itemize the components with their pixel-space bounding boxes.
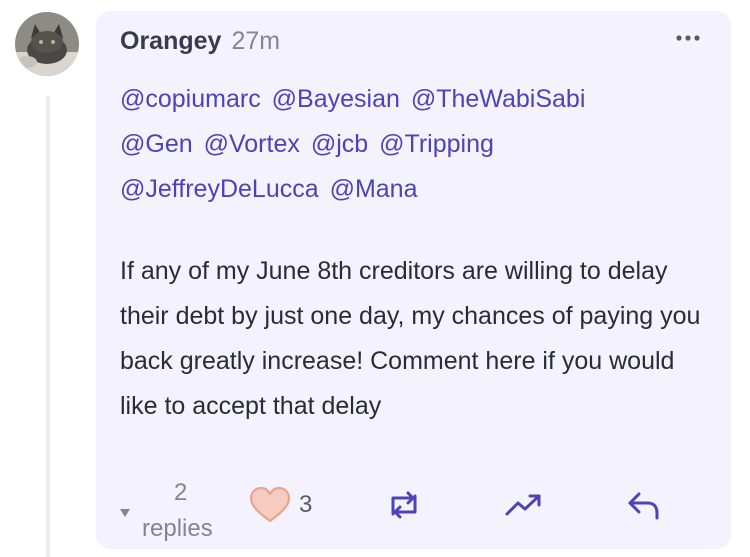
like-button[interactable]: 3 xyxy=(249,485,312,525)
mention-link[interactable]: @Gen xyxy=(120,130,193,158)
repost-icon xyxy=(391,491,417,519)
comment-body: If any of my June 8th creditors are will… xyxy=(120,257,701,420)
mention-link[interactable]: @TheWabiSabi xyxy=(411,85,586,113)
heart-icon xyxy=(249,486,291,523)
mention-link[interactable]: @copiumarc xyxy=(120,85,261,113)
mention-link[interactable]: @Mana xyxy=(330,175,418,203)
comment-card: Orangey 27m @copiumarc @Bayesian @TheWab… xyxy=(96,11,731,549)
more-dots-icon xyxy=(676,35,700,41)
mention-link[interactable]: @Vortex xyxy=(204,130,300,158)
author-name[interactable]: Orangey xyxy=(120,27,221,56)
avatar[interactable] xyxy=(15,12,79,76)
boost-button[interactable] xyxy=(504,485,544,525)
likes-count: 3 xyxy=(299,491,313,518)
replies-count: 2 xyxy=(174,479,188,506)
mention-link[interactable]: @Tripping xyxy=(379,130,494,158)
comment-time[interactable]: 27m xyxy=(231,27,280,56)
avatar-image xyxy=(15,12,79,76)
mentions-block: @copiumarc @Bayesian @TheWabiSabi @Gen @… xyxy=(120,77,710,212)
caret-down-icon xyxy=(120,509,130,517)
mention-link[interactable]: @Bayesian xyxy=(272,85,400,113)
repost-button[interactable] xyxy=(384,485,424,525)
thread-line xyxy=(46,96,50,557)
mention-link[interactable]: @jcb xyxy=(311,130,368,158)
comment-actions: 2 replies 3 xyxy=(96,471,731,542)
comment-header: Orangey 27m xyxy=(120,27,280,57)
replies-label: replies xyxy=(142,515,213,542)
reply-arrow-icon xyxy=(628,492,659,520)
trending-up-icon xyxy=(505,494,541,516)
mention-link[interactable]: @JeffreyDeLucca xyxy=(120,175,319,203)
more-options-button[interactable] xyxy=(673,31,703,45)
replies-toggle[interactable]: 2 replies xyxy=(118,479,228,542)
reply-button[interactable] xyxy=(624,485,664,525)
